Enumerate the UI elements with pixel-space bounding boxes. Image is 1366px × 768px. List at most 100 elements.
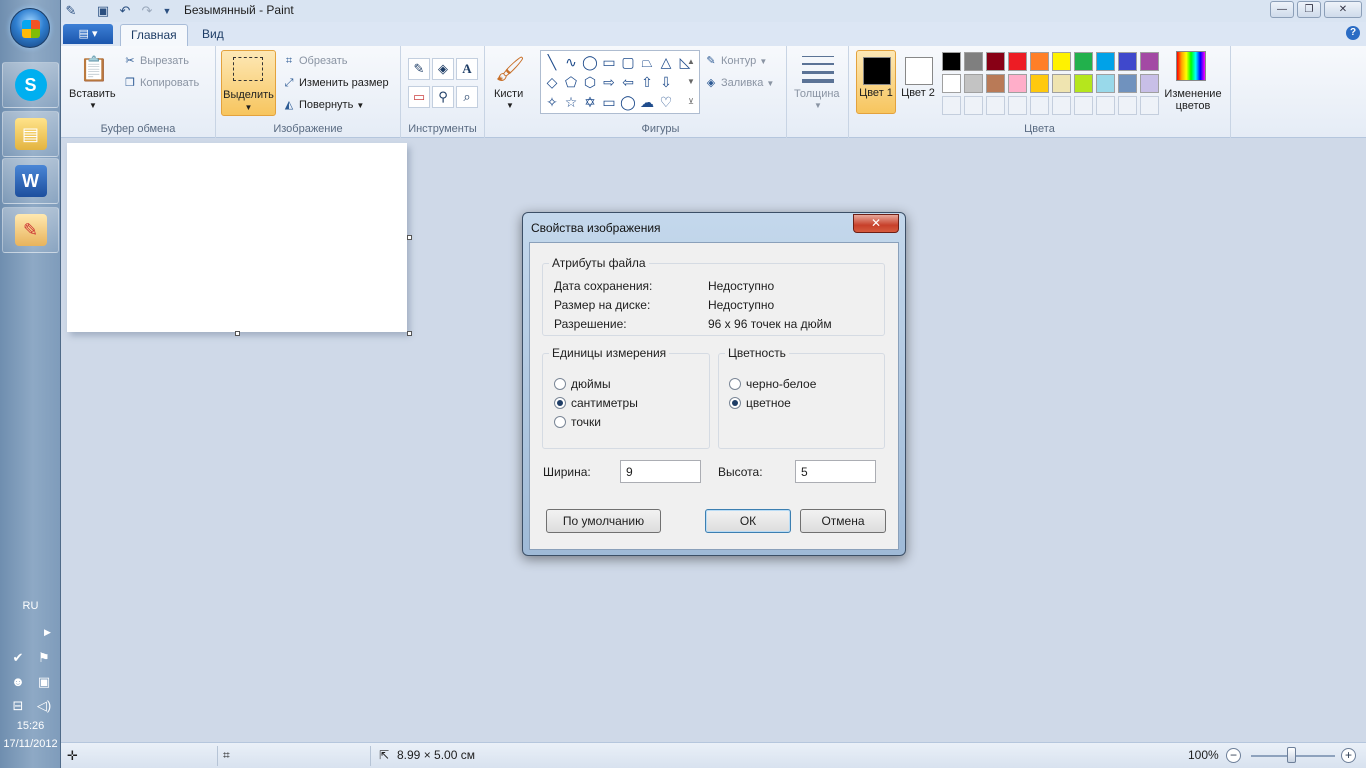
shape-triangle-icon[interactable]: △: [657, 53, 675, 71]
palette-swatch[interactable]: [1074, 74, 1093, 93]
taskbar-skype[interactable]: S: [2, 62, 59, 108]
clock-date[interactable]: 17/11/2012: [0, 738, 61, 750]
palette-swatch[interactable]: [1052, 52, 1071, 71]
bw-radio[interactable]: черно-белое: [729, 377, 816, 391]
start-button[interactable]: [10, 8, 50, 48]
shape-curve-icon[interactable]: ∿: [562, 53, 580, 71]
resize-handle-bottom[interactable]: [235, 331, 240, 336]
drawing-canvas[interactable]: [67, 143, 407, 332]
palette-swatch[interactable]: [1140, 74, 1159, 93]
tray-expand-icon[interactable]: ▶: [44, 627, 51, 638]
taskbar-word[interactable]: W: [2, 158, 59, 204]
shape-callout-rect-icon[interactable]: ▭: [600, 93, 618, 111]
clock-time[interactable]: 15:26: [0, 720, 61, 732]
language-indicator[interactable]: RU: [0, 600, 61, 612]
shape-arrow-down-icon[interactable]: ⇩: [657, 73, 675, 91]
shape-arrow-up-icon[interactable]: ⇧: [638, 73, 656, 91]
palette-swatch[interactable]: [942, 74, 961, 93]
fill-button[interactable]: ◈ Заливка ▼: [704, 74, 775, 92]
network-check-icon[interactable]: ✔: [10, 650, 26, 666]
palette-empty-slot[interactable]: [1052, 96, 1071, 115]
flag-icon[interactable]: ⚑: [36, 650, 52, 666]
shape-arrow-left-icon[interactable]: ⇦: [619, 73, 637, 91]
eraser-icon[interactable]: ▭: [408, 86, 430, 108]
units-cm-radio[interactable]: сантиметры: [554, 396, 638, 410]
shape-star5-icon[interactable]: ☆: [562, 93, 580, 111]
palette-empty-slot[interactable]: [1008, 96, 1027, 115]
palette-swatch[interactable]: [1052, 74, 1071, 93]
palette-swatch[interactable]: [1074, 52, 1093, 71]
shape-diamond-icon[interactable]: ◇: [543, 73, 561, 91]
shapes-scroll-up-icon[interactable]: ▲: [684, 53, 698, 71]
shape-heart-icon[interactable]: ♡: [657, 93, 675, 111]
height-input[interactable]: [795, 460, 876, 483]
palette-empty-slot[interactable]: [1140, 96, 1159, 115]
crop-button[interactable]: ⌗ Обрезать: [282, 52, 348, 70]
default-button[interactable]: По умолчанию: [546, 509, 661, 533]
shape-rounded-rect-icon[interactable]: ▢: [619, 53, 637, 71]
magnifier-icon[interactable]: ⌕: [456, 86, 478, 108]
pencil-icon[interactable]: ✎: [408, 58, 430, 80]
shape-hexagon-icon[interactable]: ⬡: [581, 73, 599, 91]
palette-empty-slot[interactable]: [1096, 96, 1115, 115]
zoom-out-button[interactable]: −: [1226, 748, 1241, 763]
palette-swatch[interactable]: [1118, 74, 1137, 93]
tab-home[interactable]: Главная: [120, 24, 188, 46]
shape-oval-icon[interactable]: ◯: [581, 53, 599, 71]
shape-pentagon-icon[interactable]: ⬠: [562, 73, 580, 91]
network-icon[interactable]: ⊟: [10, 698, 26, 714]
palette-swatch[interactable]: [964, 74, 983, 93]
palette-swatch[interactable]: [1008, 52, 1027, 71]
close-window-button[interactable]: ✕: [1324, 1, 1362, 18]
paste-button[interactable]: Вставить: [69, 88, 116, 100]
select-button[interactable]: Выделить ▼: [221, 50, 276, 116]
copy-button[interactable]: ❐ Копировать: [123, 74, 199, 92]
paint-app-icon[interactable]: ✎: [63, 3, 79, 19]
color-radio[interactable]: цветное: [729, 396, 791, 410]
shape-star6-icon[interactable]: ✡: [581, 93, 599, 111]
resize-handle-corner[interactable]: [407, 331, 412, 336]
color-picker-icon[interactable]: ⚲: [432, 86, 454, 108]
brushes-group[interactable]: 🖌 Кисти ▼: [485, 46, 535, 138]
palette-swatch[interactable]: [1096, 74, 1115, 93]
taskbar-paint[interactable]: ✎: [2, 207, 59, 253]
paint-menu-button[interactable]: ▤ ▾: [63, 24, 113, 44]
palette-swatch[interactable]: [1096, 52, 1115, 71]
cancel-button[interactable]: Отмена: [800, 509, 886, 533]
zoom-slider-thumb[interactable]: [1287, 747, 1296, 763]
maximize-button[interactable]: ❐: [1297, 1, 1321, 18]
minimize-button[interactable]: —: [1270, 1, 1294, 18]
tab-view[interactable]: Вид: [192, 24, 234, 46]
rotate-button[interactable]: ◭ Повернуть ▼: [282, 96, 365, 114]
clipboard-tray-icon[interactable]: ▣: [36, 674, 52, 690]
undo-icon[interactable]: ↶: [117, 3, 133, 19]
color1-button[interactable]: Цвет 1: [856, 50, 896, 114]
ok-button[interactable]: ОК: [705, 509, 791, 533]
resize-handle-right[interactable]: [407, 235, 412, 240]
size-group[interactable]: Толщина ▼: [787, 46, 849, 138]
taskbar-explorer[interactable]: ▤: [2, 111, 59, 157]
palette-swatch[interactable]: [1030, 52, 1049, 71]
antivirus-icon[interactable]: ☻: [10, 674, 26, 690]
zoom-in-button[interactable]: +: [1341, 748, 1356, 763]
shapes-scroll-down-icon[interactable]: ▼: [684, 73, 698, 91]
shape-callout-cloud-icon[interactable]: ☁: [638, 93, 656, 111]
shape-rectangle-icon[interactable]: ▭: [600, 53, 618, 71]
text-tool-icon[interactable]: A: [456, 58, 478, 80]
palette-empty-slot[interactable]: [986, 96, 1005, 115]
shape-star4-icon[interactable]: ✧: [543, 93, 561, 111]
fill-bucket-icon[interactable]: ◈: [432, 58, 454, 80]
palette-empty-slot[interactable]: [964, 96, 983, 115]
shape-polygon-icon[interactable]: ⏢: [638, 53, 656, 71]
shapes-gallery[interactable]: ╲ ∿ ◯ ▭ ▢ ⏢ △ ◺ ◇ ⬠ ⬡ ⇨ ⇦ ⇧ ⇩ ✧ ☆ ✡ ▭ ◯ …: [540, 50, 700, 114]
shape-arrow-right-icon[interactable]: ⇨: [600, 73, 618, 91]
palette-swatch[interactable]: [1140, 52, 1159, 71]
palette-empty-slot[interactable]: [942, 96, 961, 115]
resize-button[interactable]: ⤢ Изменить размер: [282, 74, 389, 92]
dialog-close-button[interactable]: ✕: [853, 214, 899, 233]
shapes-more-icon[interactable]: ⊻: [684, 93, 698, 111]
palette-swatch[interactable]: [1118, 52, 1137, 71]
paste-dropdown-icon[interactable]: ▼: [89, 101, 97, 110]
palette-swatch[interactable]: [964, 52, 983, 71]
palette-swatch[interactable]: [1008, 74, 1027, 93]
